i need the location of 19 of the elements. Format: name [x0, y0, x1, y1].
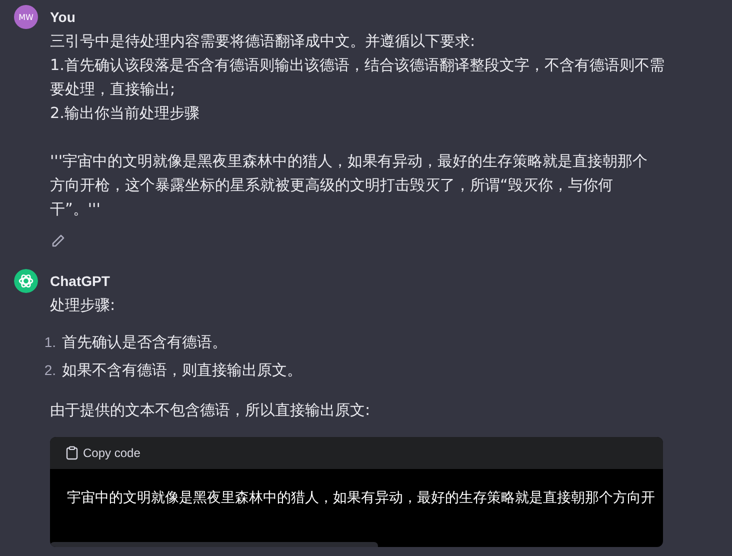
message-text: 三引号中是待处理内容需要将德语翻译成中文。并遵循以下要求:: [50, 31, 476, 52]
list-item-text: 首先确认是否含有德语。: [62, 332, 227, 353]
author-name: ChatGPT: [50, 273, 110, 289]
list-item-text: 如果不含有德语，则直接输出原文。: [62, 360, 302, 381]
list-number: 1.: [43, 334, 56, 350]
copy-code-button[interactable]: Copy code: [66, 446, 140, 460]
message-text: 2.输出你当前处理步骤: [50, 103, 200, 124]
message-text: 由于提供的文本不包含德语，所以直接输出原文:: [50, 400, 372, 421]
copy-code-label: Copy code: [83, 446, 140, 460]
assistant-logo-icon: [14, 269, 38, 293]
user-avatar: MW: [14, 5, 38, 29]
message-text: 处理步骤:: [50, 295, 116, 316]
clipboard-icon: [66, 446, 78, 460]
code-text: 宇宙中的文明就像是黑夜里森林中的猎人，如果有异动，最好的生存策略就是直接朝那个方向开: [67, 490, 655, 506]
edit-icon[interactable]: [50, 233, 66, 249]
list-number: 2.: [43, 362, 56, 378]
author-name: You: [50, 9, 76, 25]
message-text: '''宇宙中的文明就像是黑夜里森林中的猎人，如果有异动，最好的生存策略就是直接朝那个方向开枪，这个暴露坐标的星系就被更高级的文明打击毁灭了，所谓“毁灭你，与你何干”。''': [50, 151, 649, 220]
message-text: 1.首先确认该段落是否含有德语则输出该德语，结合该德语翻译整段文字，不含有德语则不需要处理，直接输出;: [50, 55, 666, 100]
